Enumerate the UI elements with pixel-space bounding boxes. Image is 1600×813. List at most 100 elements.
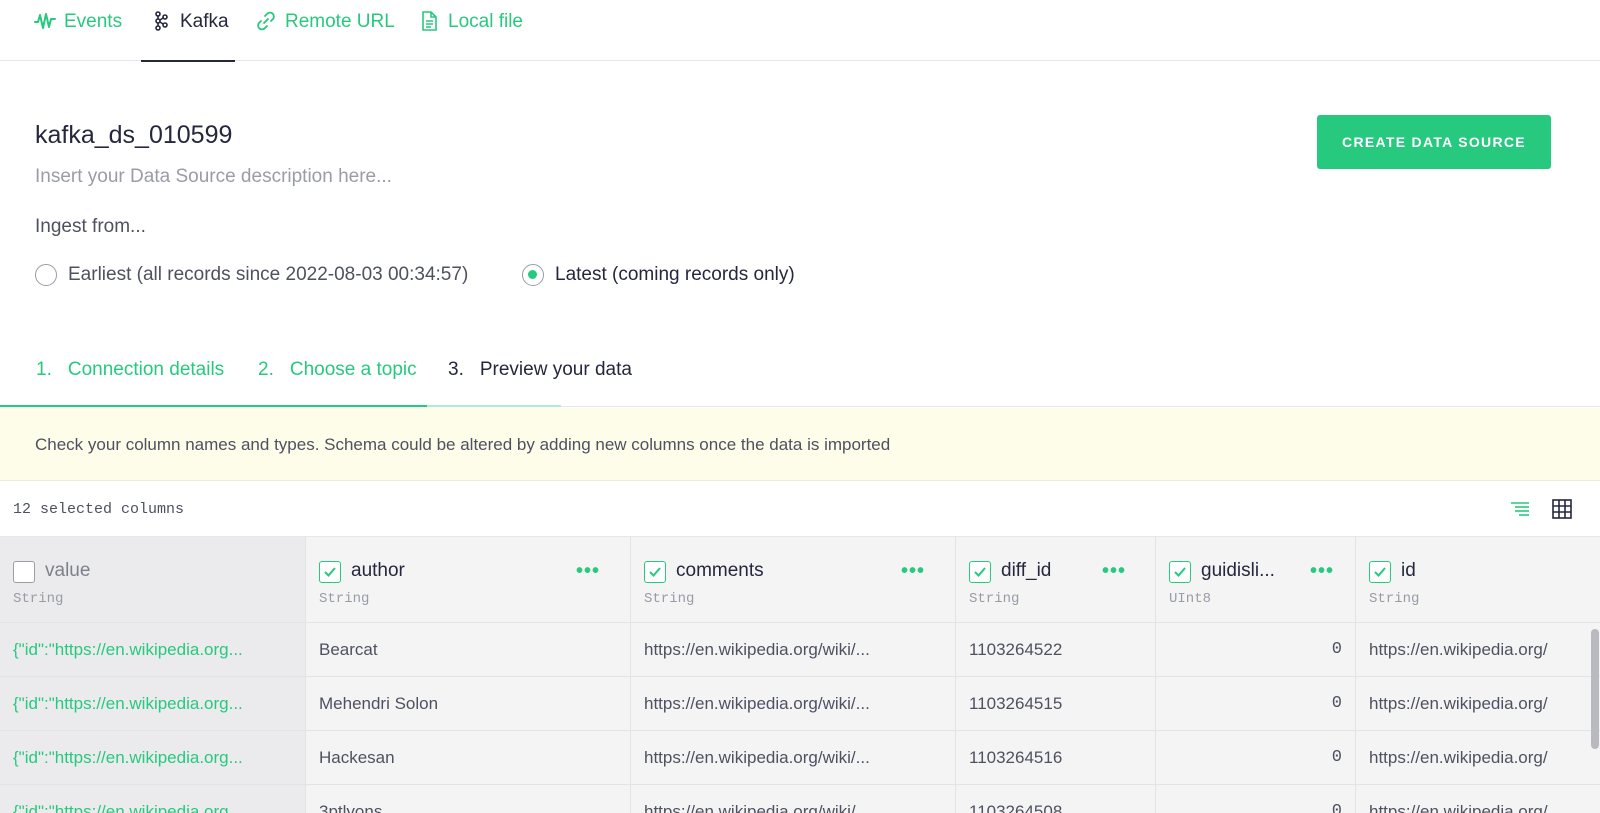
table-cell: https://en.wikipedia.org/wiki/... (631, 785, 955, 813)
table-cell: {"id":"https://en.wikipedia.org... (0, 623, 305, 677)
wizard-steps: 1. Connection details 2. Choose a topic … (0, 345, 1600, 407)
step-preview-data[interactable]: 3. Preview your data (448, 359, 632, 381)
column-checkbox[interactable] (644, 561, 666, 583)
step-number: 3. (448, 359, 464, 380)
column-checkbox[interactable] (13, 561, 35, 583)
table-cell: 0 (1156, 731, 1355, 785)
table-cell: 3ptlyons (306, 785, 630, 813)
column-type[interactable]: String (1369, 591, 1419, 607)
table-cell: https://en.wikipedia.org/wiki/... (631, 731, 955, 785)
column-menu-icon[interactable]: ••• (576, 560, 600, 583)
column-checkbox[interactable] (1169, 561, 1191, 583)
column-menu-icon[interactable]: ••• (1102, 560, 1126, 583)
column-type[interactable]: String (319, 591, 369, 607)
list-view-icon[interactable] (1508, 497, 1532, 521)
table-cell: https://en.wikipedia.org/wiki/... (631, 623, 955, 677)
table-cell: 0 (1156, 623, 1355, 677)
step-label: Connection details (67, 359, 225, 380)
tab-events-label: Events (64, 11, 123, 32)
column-header: diff_id ••• String (956, 537, 1155, 623)
table-cell: 1103264508 (956, 785, 1155, 813)
tab-events[interactable]: Events (34, 0, 122, 61)
column-author: author ••• String Bearcat Mehendri Solon… (306, 537, 631, 813)
table-cell: Bearcat (306, 623, 630, 677)
table-cell: 0 (1156, 785, 1355, 813)
step-label: Preview your data (479, 359, 632, 380)
column-name[interactable]: comments (676, 560, 764, 582)
column-checkbox[interactable] (319, 561, 341, 583)
column-name[interactable]: diff_id (1001, 560, 1051, 582)
latest-radio[interactable] (522, 264, 544, 286)
table-cell: 1103264515 (956, 677, 1155, 731)
kafka-icon (150, 10, 172, 32)
schema-notice-text: Check your column names and types. Schem… (35, 435, 891, 454)
table-cell: 1103264522 (956, 623, 1155, 677)
link-icon (255, 10, 277, 32)
column-header: guidisli... ••• UInt8 (1156, 537, 1355, 623)
column-checkbox[interactable] (1369, 561, 1391, 583)
checkmark-icon (974, 567, 986, 577)
checkmark-icon (324, 567, 336, 577)
column-checkbox[interactable] (969, 561, 991, 583)
events-wave-icon (34, 10, 56, 32)
table-cell: 0 (1156, 677, 1355, 731)
checkmark-icon (1374, 567, 1386, 577)
column-type[interactable]: UInt8 (1169, 591, 1211, 607)
column-name[interactable]: value (45, 560, 90, 582)
tab-local-file-label: Local file (448, 11, 523, 32)
source-tabs: Events Kafka Remote URL Local file (0, 0, 1600, 62)
column-menu-icon[interactable]: ••• (1310, 560, 1334, 583)
column-name[interactable]: guidisli... (1201, 560, 1275, 582)
column-header: id String (1356, 537, 1600, 623)
column-type[interactable]: String (969, 591, 1019, 607)
checkmark-icon (1174, 567, 1186, 577)
table-cell: Mehendri Solon (306, 677, 630, 731)
step-label: Choose a topic (289, 359, 417, 380)
table-cell: {"id":"https://en.wikipedia.org... (0, 677, 305, 731)
steps-progress-bar (0, 405, 427, 407)
data-preview-table: value String {"id":"https://en.wikipedia… (0, 536, 1600, 813)
earliest-label: Earliest (all records since 2022-08-03 0… (68, 264, 469, 285)
tab-remote-url-label: Remote URL (285, 11, 395, 32)
tab-remote-url[interactable]: Remote URL (255, 0, 395, 61)
table-cell: Hackesan (306, 731, 630, 785)
grid-view-icon[interactable] (1550, 497, 1574, 521)
table-cell: https://en.wikipedia.org/ (1356, 731, 1600, 785)
table-cell: 1103264516 (956, 731, 1155, 785)
column-comments: comments ••• String https://en.wikipedia… (631, 537, 956, 813)
tab-local-file[interactable]: Local file (418, 0, 523, 61)
column-value: value String {"id":"https://en.wikipedia… (0, 537, 306, 813)
ingest-option-latest[interactable]: Latest (coming records only) (522, 264, 795, 286)
table-cell: https://en.wikipedia.org/ (1356, 785, 1600, 813)
table-cell: {"id":"https://en.wikipedia.org... (0, 731, 305, 785)
column-header: author ••• String (306, 537, 630, 623)
step-connection-details[interactable]: 1. Connection details (36, 359, 224, 381)
selected-columns-count: 12 selected columns (13, 501, 185, 518)
latest-label: Latest (coming records only) (555, 264, 795, 285)
column-id: id String https://en.wikipedia.org/ http… (1356, 537, 1600, 813)
data-source-name[interactable]: kafka_ds_010599 (35, 121, 232, 150)
table-scrollbar[interactable] (1591, 629, 1599, 749)
column-name[interactable]: author (351, 560, 405, 582)
column-type[interactable]: String (644, 591, 694, 607)
tab-kafka-label: Kafka (180, 11, 229, 32)
column-guidislink: guidisli... ••• UInt8 0 0 0 0 (1156, 537, 1356, 813)
column-name[interactable]: id (1401, 560, 1416, 582)
step-number: 2. (258, 359, 274, 380)
steps-progress-current (427, 405, 561, 407)
table-cell: https://en.wikipedia.org/ (1356, 623, 1600, 677)
column-menu-icon[interactable]: ••• (901, 560, 925, 583)
create-data-source-button[interactable]: CREATE DATA SOURCE (1317, 115, 1551, 169)
checkmark-icon (649, 567, 661, 577)
data-source-description-input[interactable]: Insert your Data Source description here… (35, 166, 392, 188)
tab-kafka[interactable]: Kafka (141, 0, 235, 62)
table-cell: https://en.wikipedia.org/ (1356, 677, 1600, 731)
table-cell: https://en.wikipedia.org/wiki/... (631, 677, 955, 731)
ingest-option-earliest[interactable]: Earliest (all records since 2022-08-03 0… (35, 264, 468, 286)
schema-notice: Check your column names and types. Schem… (0, 408, 1600, 481)
earliest-radio[interactable] (35, 264, 57, 286)
column-type[interactable]: String (13, 591, 63, 607)
step-choose-topic[interactable]: 2. Choose a topic (258, 359, 417, 381)
ingest-from-label: Ingest from... (35, 216, 146, 237)
column-header: comments ••• String (631, 537, 955, 623)
